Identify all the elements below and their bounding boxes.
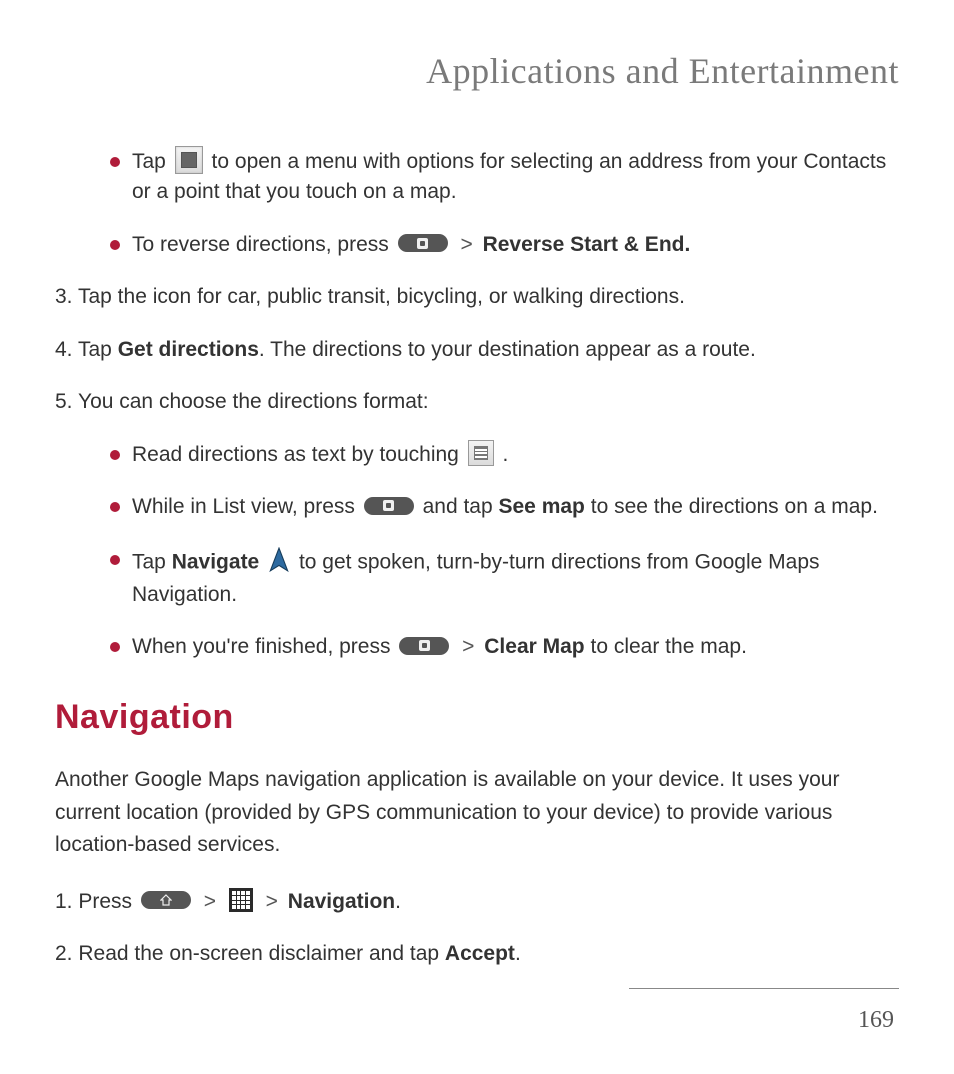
bullet-list-format: Read directions as text by touching . Wh… bbox=[110, 440, 899, 663]
contacts-menu-icon bbox=[175, 146, 203, 174]
text: Read directions as text by touching bbox=[132, 443, 465, 466]
step-number: 5. bbox=[55, 390, 73, 413]
text: Tap the icon for car, public transit, bi… bbox=[78, 285, 685, 308]
breadcrumb-separator: > bbox=[266, 890, 284, 913]
page-header: Applications and Entertainment bbox=[55, 50, 899, 92]
bullet-item: When you're finished, press > Clear Map … bbox=[110, 632, 899, 662]
text: and tap bbox=[423, 495, 499, 518]
step-item: 5. You can choose the directions format: bbox=[55, 387, 899, 417]
page-number: 169 bbox=[858, 1007, 894, 1034]
text: . bbox=[515, 942, 521, 965]
text: . bbox=[503, 443, 509, 466]
step-item: 2. Read the on-screen disclaimer and tap… bbox=[55, 939, 899, 969]
menu-key-icon bbox=[398, 234, 448, 252]
text-bold: Navigation bbox=[288, 890, 395, 913]
text: to clear the map. bbox=[590, 635, 746, 658]
footer-rule bbox=[629, 988, 899, 989]
text: Tap bbox=[132, 150, 172, 173]
step-item: 3. Tap the icon for car, public transit,… bbox=[55, 282, 899, 312]
navigate-arrow-icon bbox=[268, 547, 290, 582]
step-number: 2. bbox=[55, 942, 73, 965]
text: Tap bbox=[78, 338, 118, 361]
text: . The directions to your destination app… bbox=[259, 338, 756, 361]
step-number: 1. bbox=[55, 890, 73, 913]
step-number: 3. bbox=[55, 285, 73, 308]
ordered-steps-mid: 3. Tap the icon for car, public transit,… bbox=[55, 282, 899, 417]
text: to see the directions on a map. bbox=[591, 495, 878, 518]
text: Read the on-screen disclaimer and tap bbox=[78, 942, 445, 965]
section-heading-navigation: Navigation bbox=[55, 693, 899, 742]
text: to open a menu with options for selectin… bbox=[132, 150, 886, 203]
text-bold: See map bbox=[499, 495, 585, 518]
menu-key-icon bbox=[399, 637, 449, 655]
bullet-item: Tap to open a menu with options for sele… bbox=[110, 147, 899, 208]
body-content: Tap to open a menu with options for sele… bbox=[55, 147, 899, 970]
breadcrumb-separator: > bbox=[462, 635, 480, 658]
text: To reverse directions, press bbox=[132, 233, 395, 256]
step-item: 4. Tap Get directions. The directions to… bbox=[55, 335, 899, 365]
text-bold: Clear Map bbox=[484, 635, 584, 658]
step-item: 1. Press > > Navigation. bbox=[55, 887, 899, 917]
list-view-icon bbox=[468, 440, 494, 466]
menu-key-icon bbox=[364, 497, 414, 515]
manual-page: Applications and Entertainment Tap to op… bbox=[0, 0, 954, 1074]
bullet-item: Read directions as text by touching . bbox=[110, 440, 899, 470]
bullet-list-top: Tap to open a menu with options for sele… bbox=[110, 147, 899, 260]
home-key-icon bbox=[141, 891, 191, 909]
text-bold: Reverse Start & End. bbox=[483, 233, 691, 256]
step-number: 4. bbox=[55, 338, 73, 361]
breadcrumb-separator: > bbox=[460, 233, 478, 256]
bullet-item: Tap Navigate to get spoken, turn-by-turn… bbox=[110, 545, 899, 611]
apps-grid-icon bbox=[229, 888, 253, 912]
text-bold: Navigate bbox=[172, 550, 260, 573]
text-bold: Accept bbox=[445, 942, 515, 965]
text: You can choose the directions format: bbox=[78, 390, 429, 413]
text: When you're finished, press bbox=[132, 635, 396, 658]
text-bold: Get directions bbox=[118, 338, 259, 361]
text: Press bbox=[78, 890, 138, 913]
text: While in List view, press bbox=[132, 495, 361, 518]
bullet-item: To reverse directions, press > Reverse S… bbox=[110, 230, 899, 260]
text: Tap bbox=[132, 550, 172, 573]
navigation-intro-paragraph: Another Google Maps navigation applicati… bbox=[55, 764, 899, 862]
bullet-item: While in List view, press and tap See ma… bbox=[110, 492, 899, 522]
breadcrumb-separator: > bbox=[204, 890, 222, 913]
text: . bbox=[395, 890, 401, 913]
ordered-steps-navigation: 1. Press > > Navigation. 2. Read the on-… bbox=[55, 887, 899, 970]
